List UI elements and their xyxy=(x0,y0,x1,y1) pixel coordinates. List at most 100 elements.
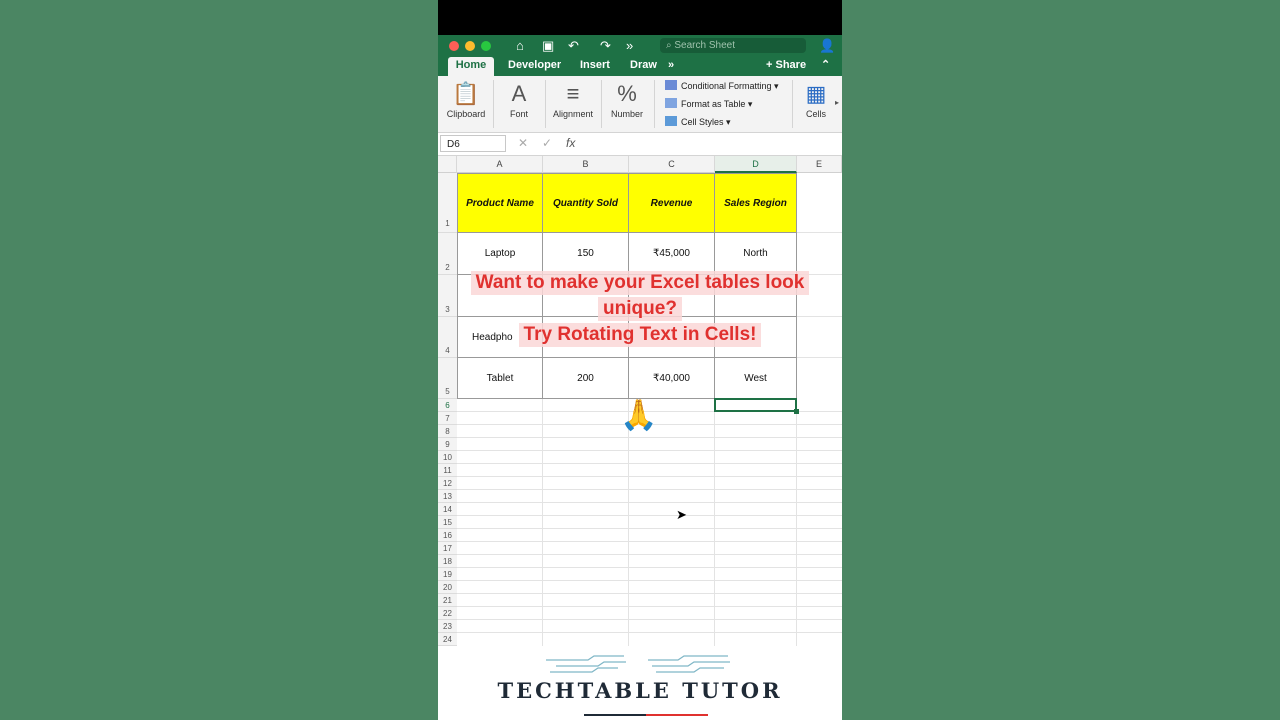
clipboard-icon: 📋 xyxy=(452,81,480,106)
row-header[interactable]: 17 xyxy=(438,542,457,555)
ribbon-divider xyxy=(493,80,494,128)
select-all-corner[interactable] xyxy=(438,156,457,173)
row-header[interactable]: 18 xyxy=(438,555,457,568)
video-frame: ⌂ ▣ ↶ ↷ » ⌕ Search Sheet 👤 Home Develope… xyxy=(438,0,842,720)
row-header[interactable]: 9 xyxy=(438,438,457,451)
save-icon[interactable]: ▣ xyxy=(542,37,554,55)
column-header[interactable]: D xyxy=(715,156,797,173)
alignment-label: Alignment xyxy=(552,109,594,119)
more-icon[interactable]: » xyxy=(626,37,633,55)
row-header[interactable]: 12 xyxy=(438,477,457,490)
table-cell[interactable]: North xyxy=(714,233,797,275)
row-header[interactable]: 15 xyxy=(438,516,457,529)
column-header[interactable]: E xyxy=(797,156,842,173)
row-header[interactable]: 21 xyxy=(438,594,457,607)
format-as-table-icon xyxy=(665,98,677,108)
gridline xyxy=(457,632,842,633)
ribbon-scroll-right-icon[interactable]: ▸ xyxy=(835,98,839,107)
clipboard-label: Clipboard xyxy=(446,109,486,119)
table-header-cell[interactable]: Quantity Sold xyxy=(542,173,629,233)
number-group[interactable]: % Number xyxy=(606,79,648,119)
gridline xyxy=(457,437,842,438)
brand-footer: TECHTABLE TUTOR xyxy=(438,646,842,720)
format-as-table-button[interactable]: Format as Table ▾ xyxy=(665,97,752,111)
tab-developer[interactable]: Developer xyxy=(508,57,561,76)
share-button[interactable]: + Share xyxy=(766,57,806,76)
minimize-window-button[interactable] xyxy=(465,41,475,51)
confirm-icon[interactable]: ✓ xyxy=(542,136,552,150)
row-header[interactable]: 10 xyxy=(438,451,457,464)
row-header[interactable]: 20 xyxy=(438,581,457,594)
column-header[interactable]: B xyxy=(543,156,629,173)
redo-icon[interactable]: ↷ xyxy=(600,37,611,55)
table-cell[interactable]: 150 xyxy=(542,233,629,275)
column-header[interactable]: A xyxy=(457,156,543,173)
brand-underline-accent xyxy=(646,714,708,716)
fill-handle[interactable] xyxy=(794,409,799,414)
table-cell[interactable]: West xyxy=(714,358,797,399)
row-header[interactable]: 22 xyxy=(438,607,457,620)
tab-insert[interactable]: Insert xyxy=(580,57,610,76)
row-header[interactable]: 19 xyxy=(438,568,457,581)
gridline xyxy=(457,567,842,568)
mouse-pointer-icon: ➤ xyxy=(676,507,687,522)
ribbon-divider xyxy=(654,80,655,128)
gridline xyxy=(457,476,842,477)
cells-icon: ▦ xyxy=(805,81,827,106)
zoom-window-button[interactable] xyxy=(481,41,491,51)
share-label: Share xyxy=(775,59,807,71)
cancel-icon[interactable]: ✕ xyxy=(518,136,528,150)
cells-group[interactable]: ▦ Cells xyxy=(798,79,834,119)
undo-icon[interactable]: ↶ xyxy=(568,37,579,55)
ribbon: 📋 Clipboard A Font ≡ Alignment % Number … xyxy=(438,76,842,133)
ribbon-divider xyxy=(601,80,602,128)
table-cell[interactable]: ₹40,000 xyxy=(628,358,715,399)
caption-line: Want to make your Excel tables look xyxy=(470,271,810,295)
row-header[interactable]: 14 xyxy=(438,503,457,516)
alignment-group[interactable]: ≡ Alignment xyxy=(550,79,596,119)
table-cell[interactable]: ₹45,000 xyxy=(628,233,715,275)
caption-line: Try Rotating Text in Cells! xyxy=(518,323,762,347)
clipboard-group[interactable]: 📋 Clipboard xyxy=(444,79,488,119)
table-header-cell[interactable]: Sales Region xyxy=(714,173,797,233)
ribbon-tabs: Home Developer Insert Draw » + Share ⌃ xyxy=(438,57,842,76)
font-icon: A xyxy=(511,81,527,106)
row-header[interactable]: 23 xyxy=(438,620,457,633)
ribbon-divider xyxy=(792,80,793,128)
font-label: Font xyxy=(509,109,528,119)
selected-cell[interactable] xyxy=(714,398,797,412)
tab-home[interactable]: Home xyxy=(448,57,494,76)
brand-underline xyxy=(584,714,646,716)
row-header[interactable]: 7 xyxy=(438,412,457,425)
table-header-cell[interactable]: Product Name xyxy=(457,173,543,233)
home-icon[interactable]: ⌂ xyxy=(516,37,524,55)
fx-label[interactable]: fx xyxy=(566,136,575,150)
account-icon[interactable]: 👤 xyxy=(819,37,835,55)
row-header[interactable]: 6 xyxy=(438,399,457,412)
close-window-button[interactable] xyxy=(449,41,459,51)
praying-hands-icon: 🙏 xyxy=(620,399,658,432)
row-header[interactable]: 1 xyxy=(438,173,457,233)
table-cell[interactable]: Tablet xyxy=(457,358,543,399)
name-box[interactable]: D6 xyxy=(440,135,506,152)
row-header[interactable]: 11 xyxy=(438,464,457,477)
cell-styles-button[interactable]: Cell Styles ▾ xyxy=(665,115,731,129)
gridline xyxy=(457,450,842,451)
conditional-formatting-button[interactable]: Conditional Formatting ▾ xyxy=(665,79,779,93)
table-header-cell[interactable]: Revenue xyxy=(628,173,715,233)
table-cell[interactable]: Laptop xyxy=(457,233,543,275)
row-header[interactable]: 24 xyxy=(438,633,457,646)
collapse-ribbon-icon[interactable]: ⌃ xyxy=(821,57,830,76)
more-tabs-icon[interactable]: » xyxy=(668,57,674,76)
row-header[interactable]: 5 xyxy=(438,358,457,399)
font-group[interactable]: A Font xyxy=(500,79,538,119)
row-header[interactable]: 2 xyxy=(438,233,457,275)
search-input[interactable]: ⌕ Search Sheet xyxy=(660,38,806,53)
alignment-icon: ≡ xyxy=(566,81,580,106)
table-cell[interactable]: 200 xyxy=(542,358,629,399)
tab-draw[interactable]: Draw xyxy=(630,57,657,76)
row-header[interactable]: 13 xyxy=(438,490,457,503)
row-header[interactable]: 8 xyxy=(438,425,457,438)
row-header[interactable]: 16 xyxy=(438,529,457,542)
column-header[interactable]: C xyxy=(629,156,715,173)
